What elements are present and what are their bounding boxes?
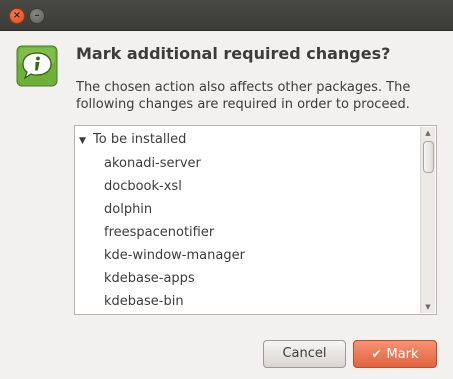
package-item[interactable]: dolphin	[104, 198, 245, 221]
dialog-heading: Mark additional required changes?	[76, 44, 391, 63]
changes-tree-view[interactable]: ▼ To be installed akonadi-server docbook-…	[74, 125, 437, 315]
package-item[interactable]: freespacenotifier	[104, 221, 245, 244]
package-item[interactable]: kde-window-manager	[104, 244, 245, 267]
vertical-scrollbar[interactable]: ▲ ▼	[420, 127, 435, 313]
group-row-to-be-installed[interactable]: ▼ To be installed	[79, 130, 186, 150]
window-minimize-button[interactable]: –	[29, 8, 45, 24]
description-line: The chosen action also affects other pac…	[76, 80, 411, 95]
mark-button-label: Mark	[386, 347, 419, 362]
scroll-up-arrow-icon[interactable]: ▲	[421, 127, 435, 139]
dialog-description: The chosen action also affects other pac…	[76, 79, 446, 113]
package-item[interactable]: docbook-xsl	[104, 175, 245, 198]
package-list: akonadi-server docbook-xsl dolphin frees…	[104, 152, 245, 313]
group-label: To be installed	[93, 132, 187, 147]
info-icon	[16, 45, 58, 87]
scrollbar-thumb[interactable]	[423, 141, 434, 173]
window-close-button[interactable]: ×	[9, 8, 25, 24]
package-item[interactable]: akonadi-server	[104, 152, 245, 175]
scroll-down-arrow-icon[interactable]: ▼	[421, 301, 435, 313]
window-titlebar: × –	[0, 0, 453, 31]
description-line: following changes are required in order …	[76, 97, 410, 112]
checkmark-icon: ✔	[371, 347, 382, 361]
package-item[interactable]: kdebase-bin	[104, 290, 245, 313]
cancel-button[interactable]: Cancel	[263, 340, 346, 368]
package-item[interactable]: kdebase-apps	[104, 267, 245, 290]
expander-down-icon[interactable]: ▼	[79, 131, 93, 151]
mark-button[interactable]: ✔ Mark	[353, 340, 437, 368]
